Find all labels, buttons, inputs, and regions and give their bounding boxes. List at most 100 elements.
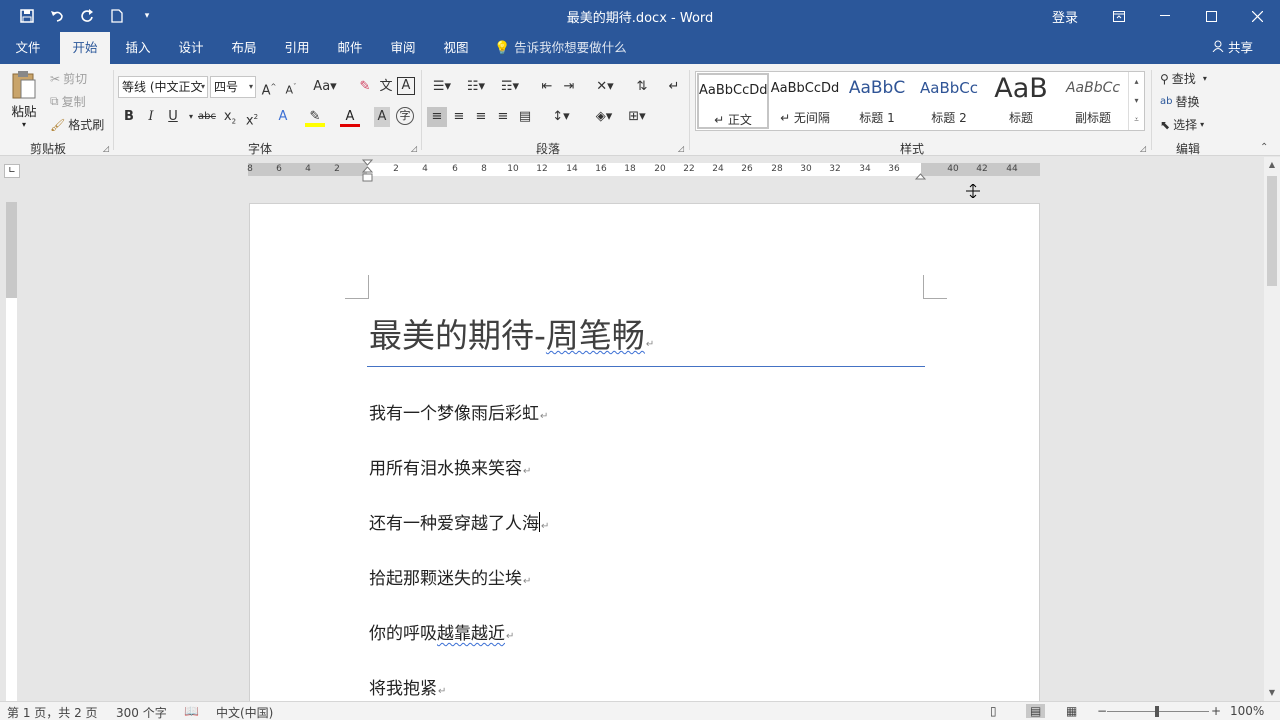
italic-icon[interactable]: I <box>141 107 161 127</box>
tab-layout[interactable]: 布局 <box>222 32 266 64</box>
justify-icon[interactable]: ≡ <box>493 107 513 127</box>
maximize-icon[interactable] <box>1188 0 1234 32</box>
increase-indent-icon[interactable]: ⇥ <box>559 77 579 97</box>
subscript-icon[interactable]: x2 <box>220 107 240 127</box>
phonetic-guide-icon[interactable]: 文 <box>376 77 396 97</box>
style-title[interactable]: AaB 标题 <box>985 73 1057 129</box>
highlight-icon[interactable]: ✎ <box>305 107 325 127</box>
share-button[interactable]: 共享 <box>1212 32 1253 64</box>
tab-review[interactable]: 审阅 <box>381 32 425 64</box>
chevron-down-icon[interactable]: ▾ <box>1129 91 1144 110</box>
paragraph-launcher-icon[interactable]: ◿ <box>678 144 684 153</box>
vertical-ruler[interactable] <box>6 202 17 702</box>
tab-references[interactable]: 引用 <box>275 32 319 64</box>
style-heading-2[interactable]: AaBbCc 标题 2 <box>913 73 985 129</box>
gallery-more-icon[interactable]: ⩡ <box>1129 110 1144 129</box>
grow-font-icon[interactable]: A^ <box>259 77 279 98</box>
chinese-layout-icon[interactable]: ✕▾ <box>591 77 619 97</box>
style-no-spacing[interactable]: AaBbCcDd ↵ 无间隔 <box>769 73 841 129</box>
align-right-icon[interactable]: ≡ <box>471 107 491 127</box>
ribbon-display-options-icon[interactable] <box>1096 0 1142 32</box>
tab-file[interactable]: 文件 <box>6 32 50 64</box>
strikethrough-icon[interactable]: abc <box>197 107 217 127</box>
clear-formatting-icon[interactable]: ✎ <box>355 77 375 97</box>
tab-mailings[interactable]: 邮件 <box>328 32 372 64</box>
paragraph-4[interactable]: 拾起那颗迷失的尘埃↵ <box>369 564 531 589</box>
styles-launcher-icon[interactable]: ◿ <box>1140 144 1146 153</box>
numbering-icon[interactable]: ☷▾ <box>462 77 490 97</box>
paste-button[interactable]: 粘贴 ▾ <box>8 70 40 134</box>
multilevel-list-icon[interactable]: ☶▾ <box>496 77 524 97</box>
sort-icon[interactable]: ⇅ <box>632 77 652 97</box>
change-case-icon[interactable]: Aa▾ <box>310 77 340 97</box>
shading-icon[interactable]: ◈▾ <box>589 107 619 127</box>
paragraph-1[interactable]: 我有一个梦像雨后彩虹↵ <box>369 399 548 424</box>
scroll-down-icon[interactable]: ▼ <box>1264 685 1280 701</box>
proofing-icon[interactable]: 📖 <box>184 704 199 718</box>
format-painter-button[interactable]: 🖌 格式刷 <box>50 116 104 133</box>
zoom-level[interactable]: 100% <box>1230 704 1264 718</box>
tab-selector[interactable]: ∟ <box>4 164 20 178</box>
close-icon[interactable] <box>1234 0 1280 32</box>
read-mode-icon[interactable]: ▯ <box>990 704 997 718</box>
cut-button[interactable]: ✂ 剪切 <box>50 70 87 87</box>
character-shading-icon[interactable]: A <box>374 107 390 127</box>
font-name-combo[interactable]: 等线 (中文正文 ▾ <box>118 76 208 98</box>
web-layout-icon[interactable]: ▦ <box>1066 704 1077 718</box>
underline-icon[interactable]: U <box>163 107 183 127</box>
right-indent-marker-icon[interactable] <box>914 170 927 184</box>
minimize-icon[interactable] <box>1142 0 1188 32</box>
login-link[interactable]: 登录 <box>1052 7 1078 26</box>
scroll-up-icon[interactable]: ▲ <box>1264 157 1280 173</box>
borders-icon[interactable]: ⊞▾ <box>622 107 652 127</box>
show-marks-icon[interactable]: ↵ <box>664 77 684 97</box>
tab-view[interactable]: 视图 <box>434 32 478 64</box>
collapse-ribbon-icon[interactable]: ⌃ <box>1260 142 1268 153</box>
tab-insert[interactable]: 插入 <box>116 32 160 64</box>
page-count[interactable]: 第 1 页，共 2 页 <box>7 704 98 720</box>
line-spacing-icon[interactable]: ↕▾ <box>546 107 576 127</box>
tab-home[interactable]: 开始 <box>60 32 110 64</box>
zoom-out-icon[interactable]: − <box>1097 704 1107 718</box>
document-page[interactable]: 最美的期待-周笔畅↵ 我有一个梦像雨后彩虹↵ 用所有泪水换来笑容↵ 还有一种爱穿… <box>249 203 1040 703</box>
clipboard-launcher-icon[interactable]: ◿ <box>103 144 109 153</box>
copy-button[interactable]: ⧉ 复制 <box>50 93 86 110</box>
text-effects-icon[interactable]: A <box>273 107 293 127</box>
align-left-icon[interactable]: ≡ <box>427 107 447 127</box>
font-launcher-icon[interactable]: ◿ <box>411 144 417 153</box>
word-count[interactable]: 300 个字 <box>116 704 167 720</box>
zoom-in-icon[interactable]: + <box>1211 704 1221 718</box>
zoom-slider-thumb[interactable] <box>1155 706 1159 717</box>
language-status[interactable]: 中文(中国) <box>216 704 273 720</box>
bullets-icon[interactable]: ☰▾ <box>428 77 456 97</box>
chevron-up-icon[interactable]: ▴ <box>1129 72 1144 91</box>
replace-button[interactable]: ab 替换 <box>1160 93 1200 110</box>
font-color-icon[interactable]: A <box>340 107 360 127</box>
enclose-characters-icon[interactable]: 字 <box>396 107 414 125</box>
gallery-scroll[interactable]: ▴ ▾ ⩡ <box>1128 72 1144 130</box>
shrink-font-icon[interactable]: Aˇ <box>281 77 301 97</box>
paragraph-5[interactable]: 你的呼吸越靠越近↵ <box>369 619 514 644</box>
distributed-icon[interactable]: ▤ <box>515 107 535 127</box>
vertical-scrollbar[interactable]: ▲ ▼ <box>1264 157 1280 701</box>
style-heading-1[interactable]: AaBbC 标题 1 <box>841 73 913 129</box>
select-button[interactable]: ⬉ 选择 ▾ <box>1160 116 1204 133</box>
tell-me-search[interactable]: 💡 告诉我你想要做什么 <box>494 32 627 64</box>
style-subtitle[interactable]: AaBbCc 副标题 <box>1057 73 1129 129</box>
document-title[interactable]: 最美的期待-周笔畅↵ <box>369 309 654 357</box>
paragraph-3[interactable]: 还有一种爱穿越了人海 ↵ <box>369 509 549 534</box>
paragraph-6[interactable]: 将我抱紧↵ <box>369 674 446 699</box>
superscript-icon[interactable]: x2 <box>242 107 262 128</box>
style-normal[interactable]: AaBbCcDd ↵ 正文 <box>697 73 769 129</box>
align-center-icon[interactable]: ≡ <box>449 107 469 127</box>
print-layout-icon[interactable]: ▤ <box>1026 704 1046 718</box>
decrease-indent-icon[interactable]: ⇤ <box>537 77 557 97</box>
scroll-thumb[interactable] <box>1267 176 1277 286</box>
font-size-combo[interactable]: 四号 ▾ <box>210 76 256 98</box>
character-border-icon[interactable]: A <box>397 77 415 95</box>
bold-icon[interactable]: B <box>119 107 139 127</box>
paragraph-2[interactable]: 用所有泪水换来笑容↵ <box>369 454 531 479</box>
tab-design[interactable]: 设计 <box>169 32 213 64</box>
first-line-indent-marker-icon[interactable] <box>361 159 374 188</box>
find-button[interactable]: ⚲ 查找 ▾ <box>1160 70 1207 87</box>
